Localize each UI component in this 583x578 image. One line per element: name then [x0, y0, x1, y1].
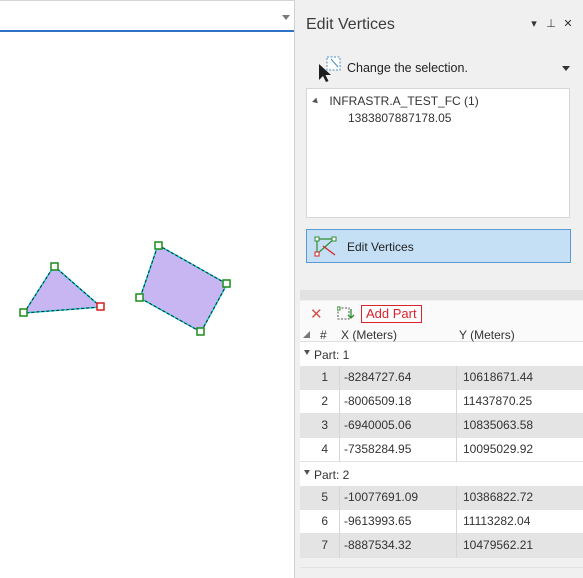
vertex-x-cell[interactable]: -8006509.18	[344, 390, 411, 413]
menu-dropdown-icon[interactable]: ▾	[529, 17, 539, 30]
column-divider	[456, 414, 457, 438]
pane-controls: ▾ ⊥ ✕	[529, 17, 573, 30]
vertex-handle[interactable]	[222, 279, 231, 288]
tree-layer-node[interactable]: INFRASTR.A_TEST_FC (1)	[312, 94, 479, 108]
vertex-handle[interactable]	[50, 262, 59, 271]
vertex-x-cell[interactable]: -6940005.06	[344, 414, 411, 437]
edit-vertices-pane: Edit Vertices ▾ ⊥ ✕ Change the selection…	[300, 0, 583, 578]
column-header-x[interactable]: X (Meters)	[341, 328, 397, 342]
vertex-table-header: # X (Meters) Y (Meters)	[300, 326, 583, 342]
vertex-index: 2	[300, 390, 340, 414]
vertex-row[interactable]: 1 -8284727.64 10618671.44	[300, 366, 583, 390]
change-selection-label: Change the selection.	[347, 61, 468, 75]
column-header-number[interactable]: #	[320, 328, 327, 342]
add-vertex-icon[interactable]	[337, 306, 355, 322]
pane-title: Edit Vertices	[306, 16, 395, 33]
section-divider	[300, 290, 583, 300]
vertex-handle[interactable]	[196, 327, 205, 336]
vertex-row[interactable]: 5 -10077691.09 10386822.72	[300, 486, 583, 510]
vertex-handle[interactable]	[19, 308, 28, 317]
part-group-row[interactable]: Part: 2	[300, 462, 583, 486]
vertex-index: 4	[300, 438, 340, 462]
table-bottom-border	[300, 567, 583, 568]
vertex-table: Part: 1 1 -8284727.64 10618671.44 2 -8006509.…	[300, 342, 583, 558]
column-header-y[interactable]: Y (Meters)	[459, 328, 515, 342]
vertex-handle[interactable]	[135, 293, 144, 302]
column-divider	[456, 510, 457, 534]
vertex-x-cell[interactable]: -10077691.09	[344, 486, 418, 509]
collapse-arrow-icon[interactable]	[304, 470, 310, 475]
vertex-handle[interactable]	[154, 241, 163, 250]
vertex-row[interactable]: 6 -9613993.65 11113282.04	[300, 510, 583, 534]
vertex-y-cell[interactable]: 10386822.72	[463, 486, 533, 509]
edit-vertices-button[interactable]: Edit Vertices	[306, 229, 571, 263]
column-divider	[456, 486, 457, 510]
part-group-row[interactable]: Part: 1	[300, 342, 583, 366]
expand-arrow-icon[interactable]	[312, 97, 320, 106]
vertex-index: 6	[300, 510, 340, 534]
add-part-button[interactable]: Add Part	[361, 305, 422, 323]
vertex-index: 3	[300, 414, 340, 438]
vertex-x-cell[interactable]: -9613993.65	[344, 510, 411, 533]
edit-vertices-icon	[314, 236, 337, 257]
vertex-row[interactable]: 7 -8887534.32 10479562.21	[300, 534, 583, 558]
delete-vertex-icon[interactable]: ✕	[310, 305, 323, 323]
change-selection-dropdown[interactable]: Change the selection.	[314, 54, 574, 82]
select-all-corner-icon[interactable]	[303, 331, 310, 338]
close-icon[interactable]: ✕	[563, 17, 573, 30]
vertex-y-cell[interactable]: 11113282.04	[463, 510, 530, 533]
vertex-row[interactable]: 3 -6940005.06 10835063.58	[300, 414, 583, 438]
vertex-y-cell[interactable]: 10479562.21	[463, 534, 533, 557]
column-divider	[456, 438, 457, 462]
vertex-x-cell[interactable]: -8284727.64	[344, 366, 411, 389]
vertex-x-cell[interactable]: -8887534.32	[344, 534, 411, 557]
layer-name: INFRASTR.A_TEST_FC (1)	[329, 94, 479, 108]
part-label: Part: 1	[314, 348, 350, 362]
vertex-y-cell[interactable]: 10618671.44	[463, 366, 533, 389]
chevron-down-icon[interactable]	[562, 66, 570, 71]
vertex-y-cell[interactable]: 10095029.92	[463, 438, 533, 461]
vertex-y-cell[interactable]: 10835063.58	[463, 414, 533, 437]
part-label: Part: 2	[314, 468, 350, 482]
vertex-index: 1	[300, 366, 340, 390]
tree-feature-node[interactable]: 1383807887178.05	[348, 111, 451, 125]
vertex-y-cell[interactable]: 11437870.25	[463, 390, 532, 413]
pin-icon[interactable]: ⊥	[546, 17, 556, 30]
vertex-x-cell[interactable]: -7358284.95	[344, 438, 411, 461]
column-divider	[456, 390, 457, 414]
selection-tree[interactable]: INFRASTR.A_TEST_FC (1) 1383807887178.05	[306, 88, 570, 218]
vertex-index: 7	[300, 534, 340, 558]
vertex-row[interactable]: 2 -8006509.18 11437870.25	[300, 390, 583, 414]
map-view[interactable]	[0, 0, 294, 578]
vertex-toolbar: ✕ Add Part	[300, 301, 583, 327]
edit-vertices-label: Edit Vertices	[347, 240, 414, 254]
vertex-row[interactable]: 4 -7358284.95 10095029.92	[300, 438, 583, 462]
select-cursor-icon	[319, 56, 341, 82]
vertex-handle[interactable]	[96, 302, 105, 311]
vertex-index: 5	[300, 486, 340, 510]
column-divider	[456, 534, 457, 558]
map-canvas[interactable]	[0, 0, 294, 578]
column-divider	[456, 366, 457, 390]
collapse-arrow-icon[interactable]	[304, 350, 310, 355]
